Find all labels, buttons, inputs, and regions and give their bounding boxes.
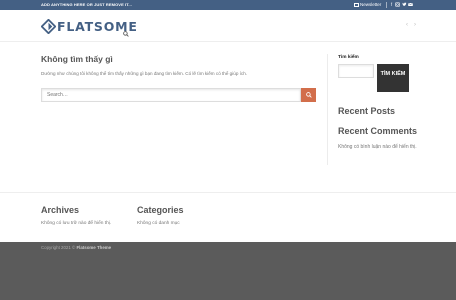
search-icon: [305, 92, 312, 98]
copyright-prefix: Copyright 2021 ©: [41, 245, 76, 250]
footer-widgets: Archives Không có lưu trữ nào để hiển th…: [0, 192, 456, 242]
categories-empty-text: Không có danh mục: [137, 221, 180, 226]
header-nav-arrows: ‹ ›: [406, 22, 416, 28]
sidebar-search-input[interactable]: [338, 64, 374, 78]
search-input[interactable]: [41, 88, 301, 102]
not-found-message: Dường như chúng tôi không thể tìm thấy n…: [41, 71, 248, 76]
top-bar-divider: [386, 2, 387, 8]
newsletter-label: Newsletter: [360, 2, 382, 7]
recent-comments-heading: Recent Comments: [338, 126, 418, 136]
no-comments-text: Không có bình luận nào để hiển thị.: [338, 144, 417, 150]
main-search-form: [41, 88, 316, 102]
sidebar-search-label: Tìm kiếm: [338, 55, 359, 60]
top-bar-promo-text: ADD ANYTHING HERE OR JUST REMOVE IT...: [41, 2, 132, 7]
search-icon[interactable]: [123, 24, 129, 37]
email-icon[interactable]: [408, 2, 413, 7]
archives-heading: Archives: [41, 205, 80, 215]
search-submit-button[interactable]: [301, 88, 316, 102]
archives-empty-text: Không có lưu trữ nào để hiển thị.: [41, 221, 112, 226]
logo-icon: [41, 18, 56, 34]
top-bar: ADD ANYTHING HERE OR JUST REMOVE IT... N…: [0, 0, 456, 10]
categories-heading: Categories: [137, 205, 184, 215]
page-title: Không tìm thấy gì: [41, 54, 113, 64]
chevron-left-icon[interactable]: ‹: [406, 22, 408, 28]
envelope-icon: [354, 2, 359, 7]
sidebar-divider: [327, 54, 328, 165]
chevron-right-icon[interactable]: ›: [414, 22, 416, 28]
facebook-icon[interactable]: f: [389, 2, 394, 7]
copyright-brand-link[interactable]: Flatsome Theme: [76, 245, 111, 250]
recent-posts-heading: Recent Posts: [338, 106, 396, 116]
twitter-icon[interactable]: [402, 2, 407, 7]
newsletter-link[interactable]: Newsletter: [354, 2, 381, 7]
copyright-text: Copyright 2021 © Flatsome Theme: [41, 245, 111, 250]
sidebar-search-button[interactable]: TÌM KIẾM: [377, 64, 409, 92]
instagram-icon[interactable]: [395, 2, 400, 7]
site-header: FLATSOME ‹ ›: [0, 10, 456, 42]
absolute-footer: Copyright 2021 © Flatsome Theme: [0, 242, 456, 300]
